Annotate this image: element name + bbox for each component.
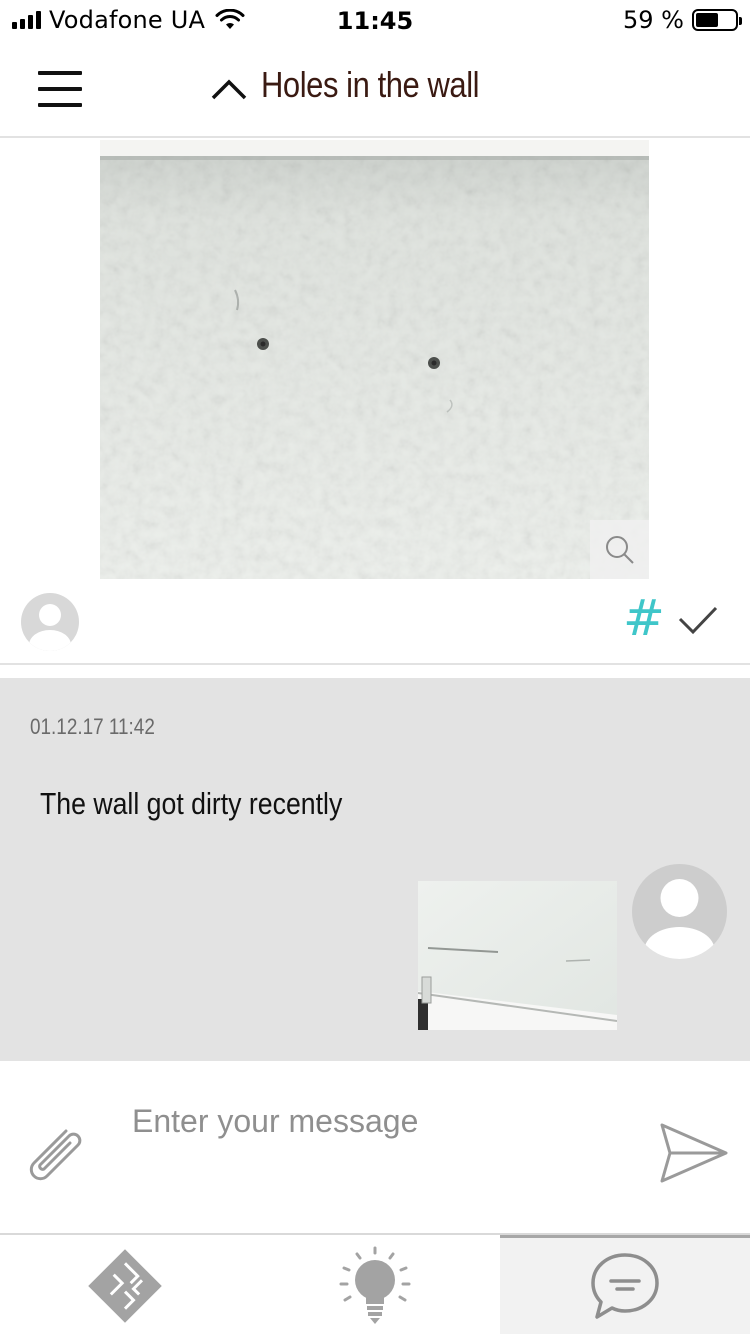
send-icon[interactable] bbox=[658, 1121, 730, 1185]
battery-percent: 59 % bbox=[623, 6, 684, 34]
wall-photo[interactable] bbox=[100, 140, 649, 579]
magnifier-icon bbox=[605, 535, 634, 564]
tab-chat[interactable] bbox=[500, 1235, 750, 1334]
message-input[interactable] bbox=[118, 1091, 638, 1151]
post-author-row: # bbox=[0, 579, 750, 665]
message-attachment-thumbnail[interactable] bbox=[418, 881, 617, 1030]
tab-floorplan[interactable] bbox=[0, 1235, 250, 1334]
lightbulb-icon bbox=[339, 1246, 411, 1324]
wall-photo-image bbox=[100, 140, 649, 579]
bottom-tab-bar bbox=[0, 1233, 750, 1334]
user-icon bbox=[644, 879, 715, 959]
zoom-button[interactable] bbox=[590, 520, 649, 579]
floorplan-icon bbox=[88, 1248, 162, 1323]
avatar[interactable] bbox=[632, 864, 727, 959]
message-text: The wall got dirty recently bbox=[40, 786, 343, 821]
status-bar: Vodafone UA 11:45 59 % bbox=[0, 0, 750, 40]
checkmark-icon[interactable] bbox=[676, 603, 720, 637]
attachment-image bbox=[418, 881, 617, 1030]
battery-icon bbox=[692, 9, 742, 31]
tab-ideas[interactable] bbox=[250, 1235, 500, 1334]
user-icon bbox=[29, 604, 71, 651]
page-title: Holes in the wall bbox=[261, 64, 480, 105]
chevron-up-icon bbox=[211, 79, 247, 100]
chat-bubble-icon bbox=[591, 1253, 659, 1319]
compose-bar bbox=[0, 1061, 750, 1233]
status-right: 59 % bbox=[623, 6, 742, 34]
battery-level bbox=[696, 13, 718, 27]
avatar[interactable] bbox=[21, 593, 79, 651]
message-item: 01.12.17 11:42 The wall got dirty recent… bbox=[0, 678, 750, 1061]
paperclip-icon[interactable] bbox=[22, 1119, 88, 1185]
title-toggle[interactable]: Holes in the wall bbox=[0, 64, 750, 106]
battery-tip bbox=[739, 17, 742, 25]
header: Holes in the wall bbox=[0, 40, 750, 138]
hashtag-button[interactable]: # bbox=[623, 593, 665, 643]
message-timestamp: 01.12.17 11:42 bbox=[30, 714, 155, 739]
